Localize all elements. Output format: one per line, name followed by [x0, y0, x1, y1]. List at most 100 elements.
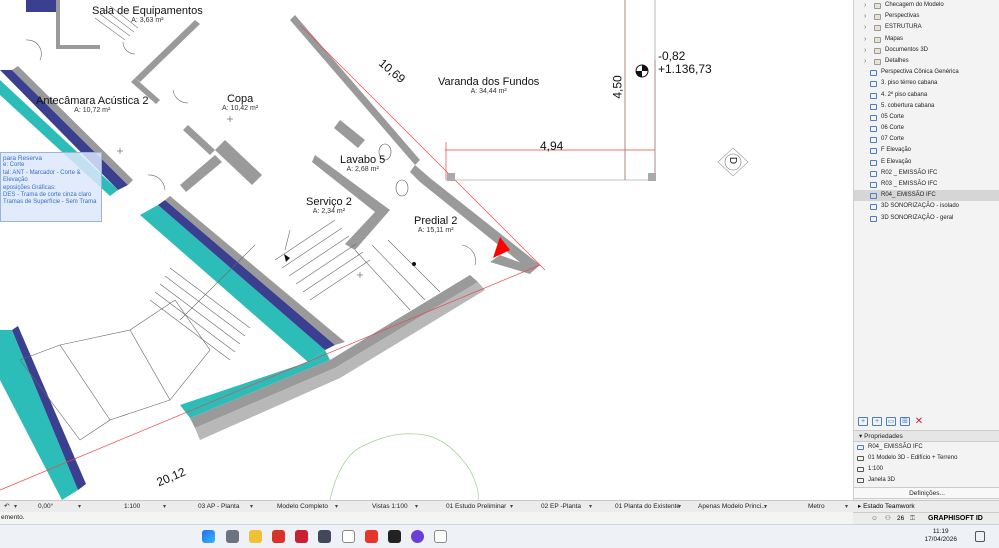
navigator-item-label: ESTRUTURA: [885, 24, 922, 31]
navigator-item-label: 3D SONORIZAÇÃO - isolado: [881, 203, 960, 210]
archicad-window: Sala de Equipamentos A: 3,63 m² Antecâma…: [0, 0, 999, 548]
app-red-icon[interactable]: [365, 530, 378, 543]
property-scale: 1:100: [854, 464, 999, 475]
chevron-right-icon[interactable]: ›: [864, 22, 866, 33]
clock-date: 17/04/2026: [924, 536, 957, 543]
acrobat-icon[interactable]: [272, 530, 285, 543]
room-label-lavabo[interactable]: Lavabo 5 A: 2,68 m²: [340, 154, 385, 174]
navigator-panel: › Checagem do Modelo › Perspectivas › ESTRUTU…: [853, 0, 999, 500]
room-label-copa[interactable]: Copa A: 10,42 m²: [222, 93, 258, 113]
room-area: A: 10,42 m²: [222, 105, 259, 112]
room-area: A: 10,72 m²: [74, 107, 111, 114]
notifications-icon[interactable]: [975, 531, 985, 542]
navigator-item[interactable]: E Elevação: [854, 157, 999, 168]
wall-small: [215, 140, 262, 185]
room-area: A: 15,11 m²: [417, 227, 454, 234]
clone-view-icon[interactable]: +: [872, 416, 882, 426]
clock-time: 11:19: [932, 528, 949, 535]
navigator-item[interactable]: 3D SONORIZAÇÃO - isolado: [854, 201, 999, 212]
autocad-icon[interactable]: [295, 530, 308, 543]
window-3d-icon: [857, 478, 864, 483]
explorer-icon[interactable]: [249, 530, 262, 543]
room-label-varanda[interactable]: Varanda dos Fundos A: 34,44 m²: [438, 76, 539, 96]
chevron-right-icon[interactable]: ›: [864, 45, 866, 56]
navigator-item[interactable]: › ESTRUTURA: [854, 22, 999, 33]
dimension-lines: [0, 0, 656, 491]
wall-left-lower-teal: [0, 330, 78, 500]
chevron-right-icon[interactable]: ›: [864, 11, 866, 22]
navigator-item[interactable]: 3. piso térreo cabana: [854, 78, 999, 89]
navigator-item[interactable]: R02 _ EMISSÃO IFC: [854, 168, 999, 179]
definitions-button[interactable]: Definições...: [854, 487, 999, 499]
navigator-item[interactable]: 4. 2º piso cabana: [854, 90, 999, 101]
wall-top-left: [26, 0, 60, 12]
view-icon: [870, 70, 877, 77]
teamwork-header[interactable]: ▸ Estado Teamwork: [853, 501, 999, 513]
chevron-right-icon[interactable]: ›: [864, 0, 866, 11]
navigator-item[interactable]: 5. cobertura cabana: [854, 101, 999, 112]
legend-line: e: Corte: [3, 162, 25, 169]
chevron-right-icon[interactable]: ›: [864, 56, 866, 67]
teamwork-area: ▸ Estado Teamwork ☺ ⚇ 26 ⚿ GRAPHISOFT ID: [853, 500, 999, 524]
windows-start-icon[interactable]: [202, 530, 215, 543]
folder-icon: [874, 36, 881, 43]
navigator-item-label: 3D SONORIZAÇÃO - geral: [881, 214, 954, 221]
view-icon: [870, 182, 877, 188]
navigator-item[interactable]: › Documentos 3D: [854, 45, 999, 56]
folder-icon: [874, 14, 881, 21]
archicad-active-icon[interactable]: [434, 530, 447, 543]
navigator-item[interactable]: F Elevação: [854, 145, 999, 156]
navigator-item[interactable]: 3D SONORIZAÇÃO - geral: [854, 213, 999, 224]
navigator-item[interactable]: 06 Corte: [854, 123, 999, 134]
room-label-sala-equipamentos[interactable]: Sala de Equipamentos A: 3,63 m²: [92, 5, 203, 25]
room-name: Copa: [226, 93, 254, 105]
dark-app-icon[interactable]: [388, 530, 401, 543]
level-value-top[interactable]: -0,82: [658, 49, 685, 63]
navigator-item[interactable]: › Checagem do Modelo: [854, 0, 999, 11]
room-label-predial[interactable]: Predial 2 A: 15,11 m²: [414, 215, 457, 235]
navigator-item-label: E Elevação: [881, 158, 912, 165]
chevron-right-icon[interactable]: ›: [864, 34, 866, 45]
wall-copa-diag: [135, 20, 200, 82]
dimension-4-94[interactable]: 4,94: [540, 139, 563, 153]
section-marker-label[interactable]: D: [727, 157, 738, 164]
archicad-icon[interactable]: [342, 530, 355, 543]
wall-lavabo: [334, 120, 365, 148]
room-label-antecamara[interactable]: Antecâmara Acústica 2 A: 10,72 m²: [36, 95, 149, 115]
level-value-bottom[interactable]: +1.136,73: [658, 62, 712, 76]
delete-icon[interactable]: ✕: [914, 416, 924, 426]
navigator-item[interactable]: 07 Corte: [854, 134, 999, 145]
folder-icon: [874, 47, 881, 54]
room-label-servico[interactable]: Serviço 2 A: 2,34 m²: [306, 196, 352, 216]
navigator-item-label: Detalhes: [885, 57, 909, 64]
room-name: Lavabo 5: [340, 154, 386, 166]
navigator-item[interactable]: 05 Corte: [854, 112, 999, 123]
new-view-icon[interactable]: +: [858, 416, 868, 426]
calculator-icon[interactable]: [318, 530, 331, 543]
taskview-icon[interactable]: [226, 530, 239, 543]
room-area: A: 2,68 m²: [346, 166, 379, 173]
settings-icon[interactable]: ⊞: [900, 416, 910, 426]
view-icon: [870, 81, 877, 88]
properties-header[interactable]: ▾ Propriedades: [854, 430, 999, 442]
layers-icon: [857, 456, 864, 461]
navigator-item[interactable]: › Perspectivas: [854, 11, 999, 22]
view-icon: [870, 193, 877, 200]
room-name: Predial 2: [414, 215, 458, 227]
status-bar: ↶ ▾ 0,00° ▾ 1:100 ▾ 03 AP - Planta ▾ Mod…: [0, 500, 853, 512]
new-folder-icon[interactable]: ▭: [886, 416, 896, 426]
room-area: A: 2,34 m²: [312, 208, 346, 215]
system-clock[interactable]: 11:19 17/04/2026: [924, 528, 957, 544]
navigator-item[interactable]: R04_ EMISSÃO IFC: [854, 190, 999, 202]
navigator-item[interactable]: R03 _ EMISSÃO IFC: [854, 179, 999, 190]
legend-line: DES - Trama de corte cinza claro: [3, 192, 92, 199]
navigator-item[interactable]: › Detalhes: [854, 56, 999, 67]
plan-canvas[interactable]: Sala de Equipamentos A: 3,63 m² Antecâma…: [0, 0, 853, 500]
navigator-item-label: 5. cobertura cabana: [881, 102, 935, 109]
navigator-item[interactable]: Perspectiva Cônica Genérica: [854, 67, 999, 78]
landscape-contour: [329, 433, 479, 500]
navigator-item[interactable]: › Mapas: [854, 34, 999, 45]
dimension-4-50[interactable]: 4,50: [611, 75, 625, 98]
purple-app-icon[interactable]: [411, 530, 424, 543]
legend-line: para Reserva: [3, 155, 43, 162]
